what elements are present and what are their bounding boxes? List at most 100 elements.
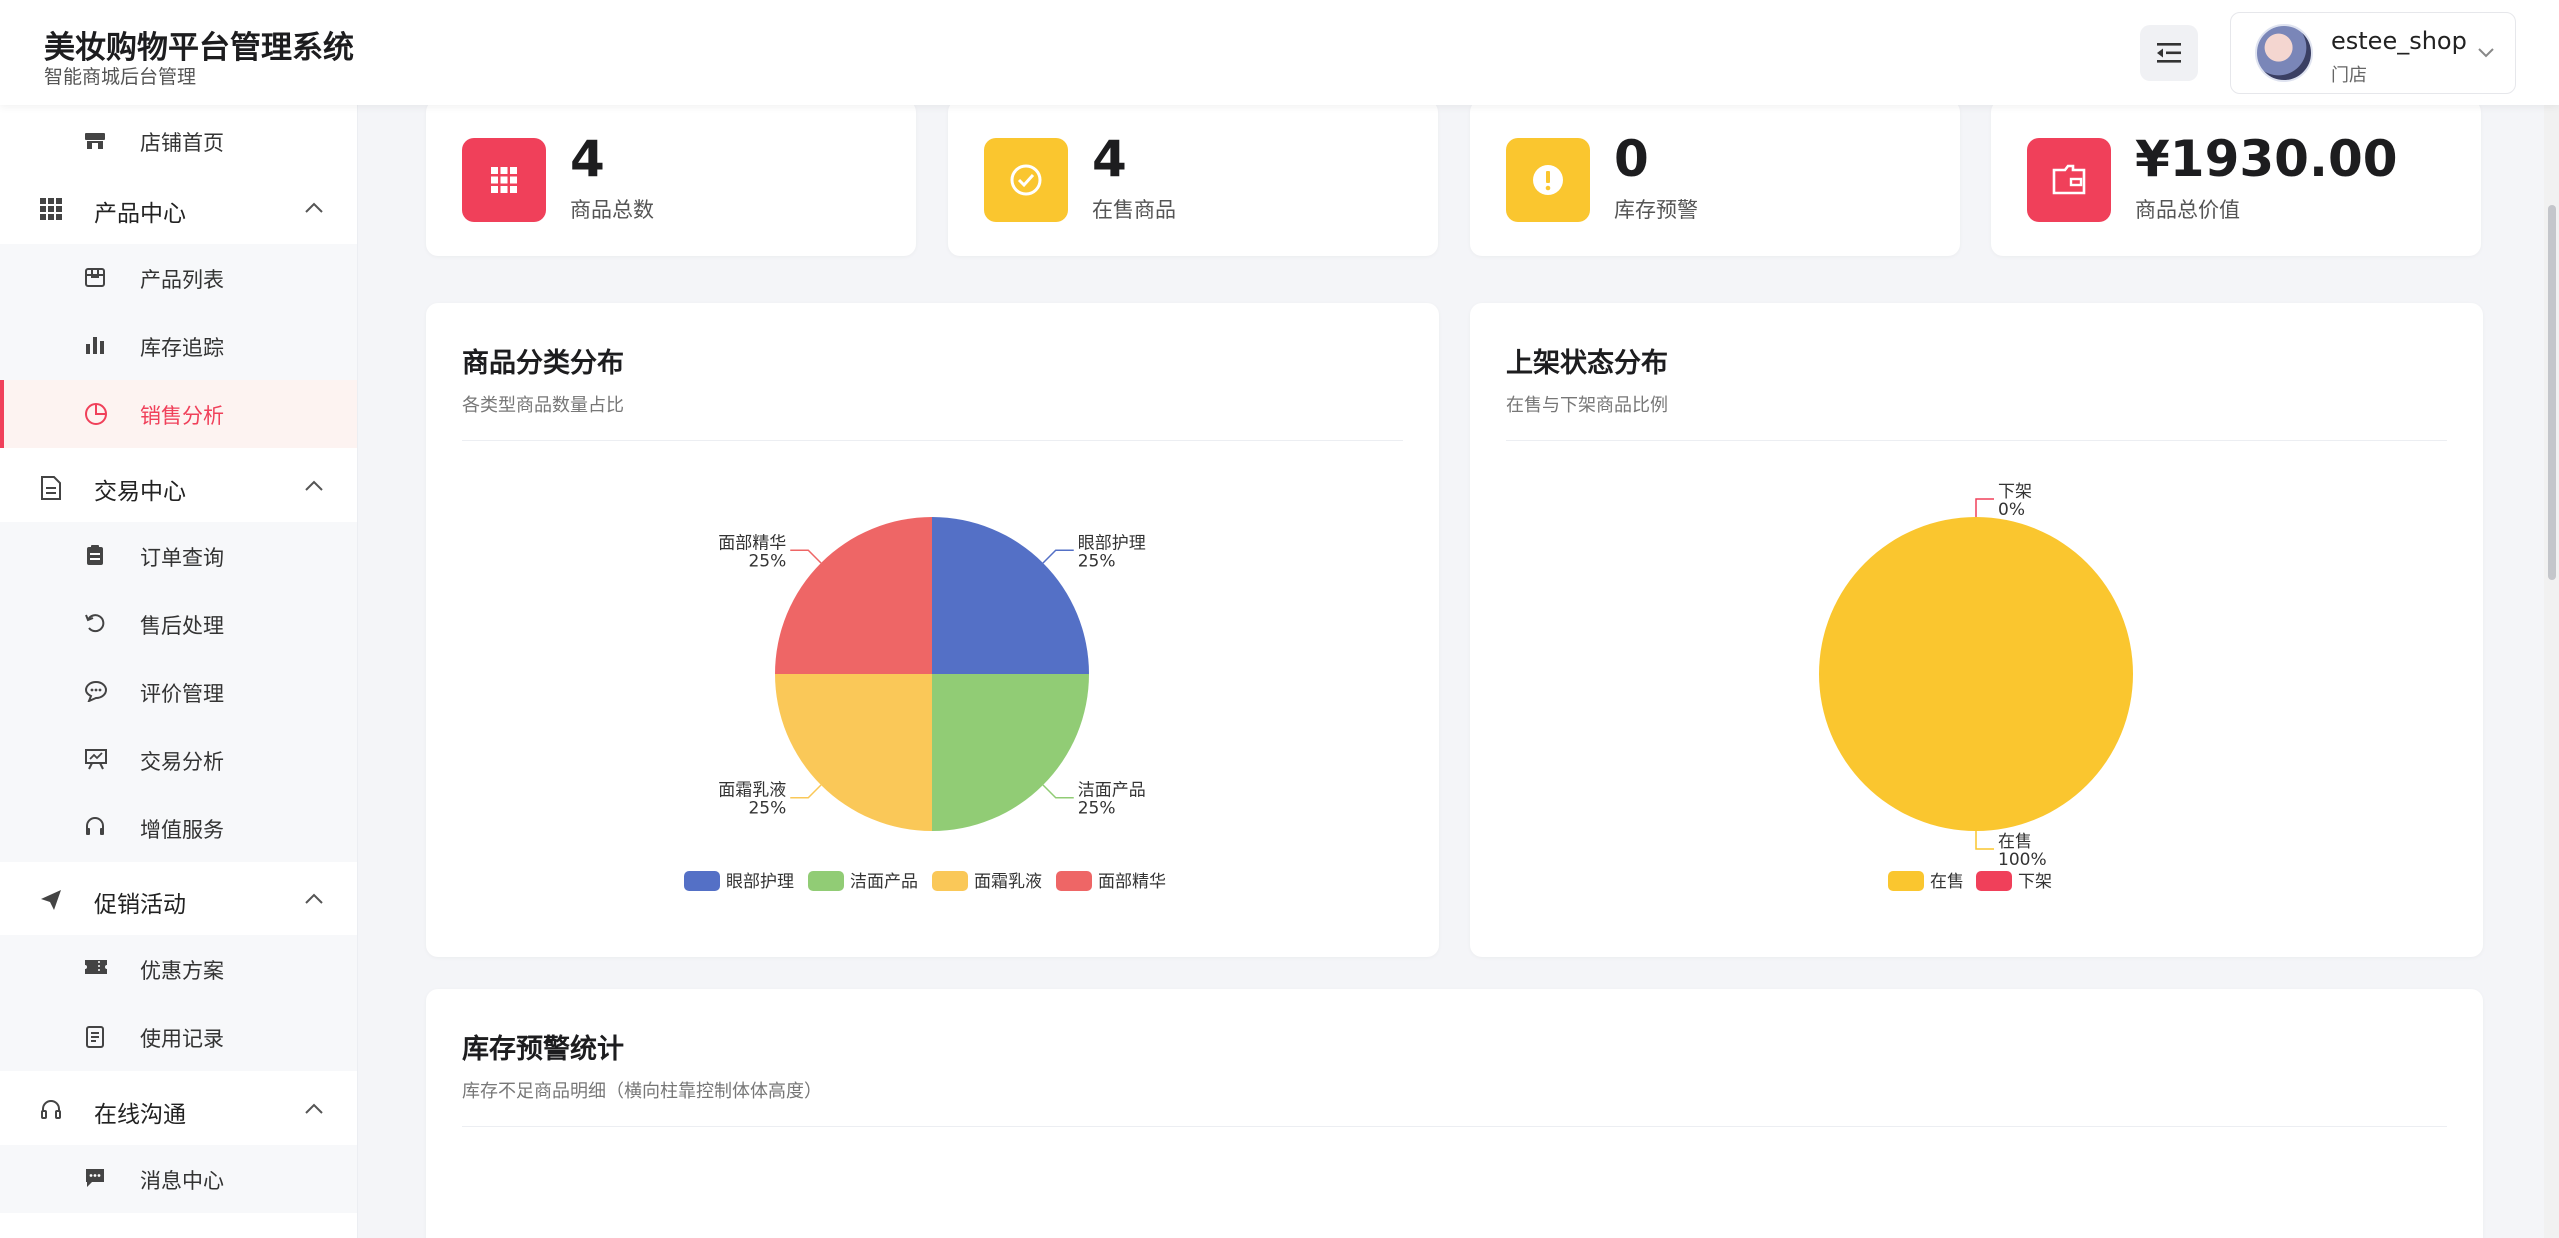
panel-title: 库存预警统计 — [462, 1034, 624, 1065]
stat-card-on-sale: 4 在售商品 — [948, 100, 1438, 256]
sidebar-item-label: 店铺首页 — [140, 131, 224, 155]
slice-percent: 25% — [1078, 551, 1116, 571]
sidebar-item-label: 交易分析 — [140, 750, 224, 774]
label-leader — [790, 784, 822, 799]
pie-slice — [932, 674, 1089, 831]
chevron-up-icon — [305, 1103, 323, 1114]
pie-slice — [932, 517, 1089, 674]
stat-label: 在售商品 — [1092, 198, 1176, 222]
sidebar-item-label: 使用记录 — [140, 1027, 224, 1051]
stat-icon-bg — [2027, 138, 2111, 222]
panel-category-distribution: 商品分类分布 各类型商品数量占比 眼部护理 25% 洁面产品 25% 面霜乳液 25% 面部… — [426, 303, 1439, 957]
sidebar-item-sales-analysis[interactable]: 销售分析 — [0, 380, 357, 448]
sidebar-group-label: 促销活动 — [94, 892, 186, 918]
panel-divider — [462, 1126, 2447, 1127]
panel-status-distribution: 上架状态分布 在售与下架商品比例 在售 100% 下架 0% 在售 下架 — [1470, 303, 2483, 957]
sidebar-item-usage-record[interactable]: 使用记录 — [0, 1003, 357, 1071]
sidebar-item-message-center[interactable]: 消息中心 — [0, 1145, 357, 1213]
user-name: estee_shop — [2331, 27, 2467, 55]
stat-icon-bg — [1506, 138, 1590, 222]
legend-label: 在售 — [1930, 872, 1964, 892]
clipboard-icon — [87, 545, 103, 565]
sidebar-group-promotion[interactable]: 促销活动 — [0, 867, 357, 935]
sidebar-item-after-sales[interactable]: 售后处理 — [0, 590, 357, 658]
message-icon — [86, 1169, 104, 1187]
legend-label: 面部精华 — [1098, 872, 1166, 892]
stat-value: ¥1930.00 — [2135, 130, 2398, 188]
sidebar-group-product[interactable]: 产品中心 — [0, 176, 357, 244]
pie-slice — [1819, 517, 2133, 831]
panel-subtitle: 库存不足商品明细（横向柱靠控制体体高度） — [462, 1081, 822, 1102]
user-menu[interactable]: estee_shop 门店 — [2230, 12, 2516, 94]
sidebar-item-coupon-plan[interactable]: 优惠方案 — [0, 935, 357, 1003]
sidebar-item-stock-tracking[interactable]: 库存追踪 — [0, 312, 357, 380]
sidebar-item-product-list[interactable]: 产品列表 — [0, 244, 357, 312]
sidebar-item-label: 优惠方案 — [140, 959, 224, 983]
presentation-icon — [85, 749, 107, 770]
slice-percent: 25% — [1078, 799, 1116, 819]
sidebar-item-label: 售后处理 — [140, 614, 224, 638]
legend-swatch — [808, 871, 844, 891]
stat-value: 4 — [570, 130, 605, 188]
box-icon — [85, 268, 105, 287]
sidebar-item-value-added-service[interactable]: 增值服务 — [0, 794, 357, 862]
chevron-down-icon — [2478, 48, 2494, 58]
stat-value: 0 — [1614, 130, 1649, 188]
sidebar-item-label: 消息中心 — [140, 1169, 224, 1193]
label-leader — [1975, 498, 1994, 517]
label-leader — [1042, 549, 1074, 564]
top-header: 美妆购物平台管理系统 智能商城后台管理 estee_shop 门店 — [0, 0, 2559, 105]
stat-label: 库存预警 — [1614, 198, 1698, 222]
stat-card-stock-alert: 0 库存预警 — [1470, 100, 1960, 256]
pie-slice — [775, 674, 932, 831]
status-pie-chart: 在售100%下架0%在售 下架 — [1819, 482, 2133, 892]
slice-label: 下架 — [1998, 482, 2032, 502]
stat-card-total-products: 4 商品总数 — [426, 100, 916, 256]
legend-swatch — [1056, 871, 1092, 891]
legend-label: 面霜乳液 — [974, 872, 1042, 892]
stat-label: 商品总价值 — [2135, 198, 2240, 222]
sidebar-item-store-home[interactable]: 店铺首页 — [0, 107, 357, 175]
sidebar-item-label: 订单查询 — [140, 546, 224, 570]
scrollbar-thumb[interactable] — [2548, 205, 2556, 580]
stat-icon-bg — [462, 138, 546, 222]
sidebar-item-review-management[interactable]: 评价管理 — [0, 658, 357, 726]
grid-icon — [491, 167, 517, 193]
pie-slice — [775, 517, 932, 674]
stat-value: 4 — [1092, 130, 1127, 188]
bar-chart-icon — [86, 337, 104, 354]
legend-label: 下架 — [2018, 872, 2052, 892]
slice-label: 面霜乳液 — [718, 781, 786, 801]
sidebar-item-order-query[interactable]: 订单查询 — [0, 522, 357, 590]
sidebar-group-online-chat[interactable]: 在线沟通 — [0, 1077, 357, 1145]
chevron-up-icon — [305, 893, 323, 904]
menu-toggle-button[interactable] — [2140, 25, 2198, 81]
sidebar-item-label: 产品列表 — [140, 268, 224, 292]
stat-card-total-value: ¥1930.00 商品总价值 — [1991, 100, 2481, 256]
grid-icon — [40, 198, 62, 220]
slice-label: 面部精华 — [718, 533, 786, 553]
record-icon — [86, 1026, 104, 1048]
headset-icon — [86, 817, 104, 835]
sidebar-item-label: 销售分析 — [140, 404, 224, 428]
document-icon — [41, 476, 61, 500]
legend-label: 眼部护理 — [726, 872, 794, 892]
stat-label: 商品总数 — [570, 198, 654, 222]
sidebar-item-label: 库存追踪 — [140, 336, 224, 360]
wallet-icon — [2052, 164, 2086, 195]
label-leader — [1042, 784, 1074, 799]
sidebar-group-label: 在线沟通 — [94, 1102, 186, 1128]
category-pie-chart: 眼部护理25%洁面产品25%面霜乳液25%面部精华25%眼部护理 洁面产品 面霜乳液… — [684, 517, 1166, 892]
label-leader — [790, 549, 822, 564]
legend-label: 洁面产品 — [850, 872, 918, 892]
legend-swatch — [1888, 871, 1924, 891]
chevron-up-icon — [305, 202, 323, 213]
refresh-icon — [85, 614, 105, 633]
sidebar-group-label: 交易中心 — [94, 479, 186, 505]
sidebar-item-trade-analysis[interactable]: 交易分析 — [0, 726, 357, 794]
sidebar-item-label: 增值服务 — [140, 818, 224, 842]
sidebar-group-trade[interactable]: 交易中心 — [0, 454, 357, 522]
store-icon — [85, 133, 105, 149]
menu-fold-icon — [2157, 43, 2181, 63]
sidebar: 店铺首页 产品中心 产品列表 库存追踪 销售分析 交易中心 订单查询 售后处理 … — [0, 105, 358, 1238]
